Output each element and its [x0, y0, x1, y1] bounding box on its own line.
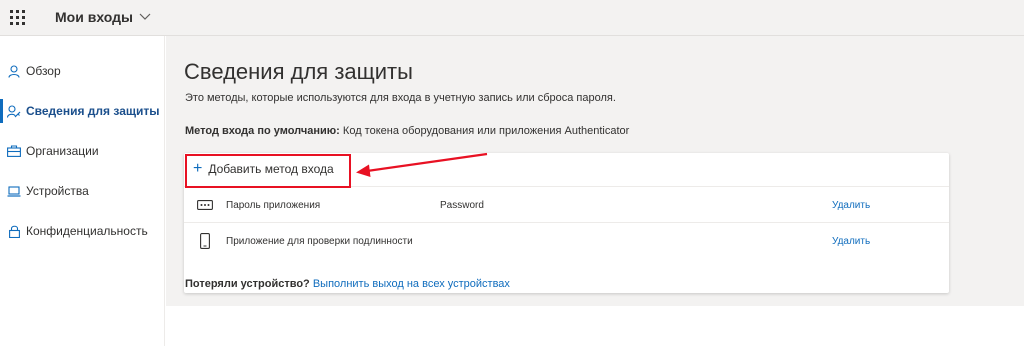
sidebar: Обзор Сведения для защиты Организации Ус… — [0, 36, 165, 346]
method-name: Приложение для проверки подлинности — [226, 236, 413, 247]
dots-password-icon — [197, 200, 213, 210]
sidebar-item-overview[interactable]: Обзор — [0, 56, 164, 86]
delete-method-link[interactable]: Удалить — [832, 236, 870, 247]
method-detail: Password — [440, 200, 484, 211]
page-description: Это методы, которые используются для вхо… — [185, 92, 616, 104]
sidebar-item-privacy[interactable]: Конфиденциальность — [0, 216, 164, 246]
main-content: Сведения для защиты Это методы, которые … — [166, 36, 1024, 306]
top-bar: Мои входы — [0, 0, 1024, 36]
method-row: Приложение для проверки подлинности Удал… — [184, 223, 949, 259]
person-key-icon — [7, 104, 21, 118]
sidebar-item-organizations[interactable]: Организации — [0, 136, 164, 166]
default-method-line: Метод входа по умолчанию: Код токена обо… — [185, 125, 629, 137]
page-title: Сведения для защиты — [184, 59, 413, 84]
chevron-down-icon — [139, 13, 151, 20]
default-method-value: Код токена оборудования или приложения A… — [342, 125, 630, 137]
add-method-label: Добавить метод входа — [208, 162, 334, 176]
sidebar-item-label: Устройства — [26, 184, 89, 198]
sign-out-everywhere-link[interactable]: Выполнить выход на всех устройствах — [313, 278, 510, 290]
laptop-icon — [7, 184, 21, 198]
lost-device-line: Потеряли устройство? Выполнить выход на … — [185, 278, 510, 290]
method-name: Пароль приложения — [226, 200, 321, 211]
person-icon — [7, 64, 21, 78]
app-title-dropdown[interactable]: Мои входы — [55, 9, 151, 25]
sidebar-item-label: Сведения для защиты — [26, 104, 160, 118]
delete-method-link[interactable]: Удалить — [832, 200, 870, 211]
app-launcher-icon[interactable] — [9, 9, 27, 27]
add-method-row: + Добавить метод входа — [184, 153, 949, 188]
methods-card: + Добавить метод входа Пароль приложения… — [184, 153, 949, 293]
add-method-button[interactable]: + Добавить метод входа — [193, 160, 334, 177]
lost-device-label: Потеряли устройство? — [185, 278, 310, 290]
sidebar-item-label: Конфиденциальность — [26, 224, 148, 238]
sidebar-item-label: Обзор — [26, 64, 61, 78]
default-method-label: Метод входа по умолчанию: — [185, 125, 340, 137]
sidebar-item-security-info[interactable]: Сведения для защиты — [0, 96, 164, 126]
phone-icon — [200, 233, 210, 249]
app-title: Мои входы — [55, 9, 133, 25]
plus-icon: + — [193, 160, 203, 177]
sidebar-item-label: Организации — [26, 144, 99, 158]
method-row: Пароль приложения Password Удалить — [184, 187, 949, 223]
briefcase-icon — [7, 144, 21, 158]
sidebar-item-devices[interactable]: Устройства — [0, 176, 164, 206]
lock-icon — [7, 224, 21, 238]
